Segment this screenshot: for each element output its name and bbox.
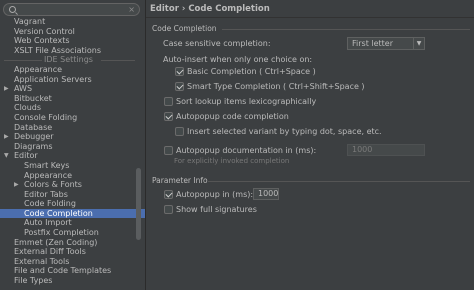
autopopup-code-completion-checkbox[interactable] <box>164 112 173 121</box>
sidebar-item-label: Vagrant <box>14 17 46 26</box>
sidebar-item-label: File Types <box>14 276 53 286</box>
sidebar-item-appearance[interactable]: Appearance <box>0 65 145 75</box>
settings-content: Editor › Code Completion Code Completion… <box>146 0 474 290</box>
sidebar-item-label: Emmet (Zen Coding) <box>14 237 98 247</box>
basic-completion-checkbox[interactable] <box>175 67 184 76</box>
sidebar-item-label: Version Control <box>14 26 75 36</box>
autoinsert-label: Auto-insert when only one choice on: <box>163 55 313 64</box>
sidebar-item-label: AWS <box>14 84 33 94</box>
section-divider <box>222 29 470 30</box>
sidebar-item-label: Database <box>14 122 53 132</box>
search-input[interactable]: × <box>3 3 140 16</box>
sidebar-item-debugger[interactable]: ▶ Debugger <box>0 132 145 142</box>
sidebar-item-label: Editor <box>14 151 38 161</box>
parameter-autopopup-checkbox[interactable] <box>164 190 173 199</box>
sidebar-item-label: Auto Import <box>24 218 72 228</box>
sidebar-item-smart-keys[interactable]: Smart Keys <box>0 161 145 171</box>
page-title: Editor › Code Completion <box>146 0 474 18</box>
autopopup-documentation-label[interactable]: Autopopup documentation in (ms): <box>176 146 316 155</box>
smart-type-completion-checkbox[interactable] <box>175 82 184 91</box>
sidebar-item-console-folding[interactable]: Console Folding <box>0 113 145 123</box>
autopopup-code-completion-label[interactable]: Autopopup code completion <box>176 112 289 121</box>
basic-completion-label[interactable]: Basic Completion ( Ctrl+Space ) <box>187 67 316 76</box>
sidebar-item-emmet-zen-coding[interactable]: Emmet (Zen Coding) <box>0 238 145 248</box>
sidebar-item-label: Bitbucket <box>14 93 52 103</box>
sidebar-item-colors-fonts[interactable]: ▶ Colors & Fonts <box>0 180 145 190</box>
sidebar-item-web-contexts[interactable]: Web Contexts <box>0 36 145 46</box>
sidebar-item-label: Colors & Fonts <box>24 180 82 190</box>
clear-icon[interactable]: × <box>128 5 135 15</box>
sidebar-item-label: Debugger <box>14 132 54 142</box>
sidebar-item-label: Clouds <box>14 103 42 113</box>
explicit-completion-hint: For explicitly invoked completion <box>174 157 290 165</box>
chevron-right-icon[interactable]: ▶ <box>14 180 19 190</box>
tree-scrollbar[interactable] <box>136 168 141 240</box>
sidebar-item-external-diff-tools[interactable]: External Diff Tools <box>0 247 145 257</box>
sidebar-item-label: Code Completion <box>24 208 93 218</box>
sidebar-item-aws[interactable]: ▶ AWS <box>0 84 145 94</box>
tree-group-header: IDE Settings <box>0 55 145 65</box>
sidebar-item-label: Application Servers <box>14 74 92 84</box>
search-icon <box>9 6 16 13</box>
sidebar-item-label: File and Code Templates <box>14 266 112 276</box>
sort-lexicographically-checkbox[interactable] <box>164 97 173 106</box>
sidebar-item-diagrams[interactable]: Diagrams <box>0 142 145 152</box>
sidebar-item-database[interactable]: Database <box>0 123 145 133</box>
sidebar-item-label: Web Contexts <box>14 36 70 46</box>
sidebar-item-postfix-completion[interactable]: Postfix Completion <box>0 228 145 238</box>
sidebar-item-version-control[interactable]: Version Control <box>0 27 145 37</box>
autopopup-documentation-checkbox[interactable] <box>164 146 173 155</box>
sidebar-item-code-completion[interactable]: Code Completion <box>0 208 145 219</box>
sidebar-item-xslt-file-associations[interactable]: XSLT File Associations <box>0 46 145 56</box>
sidebar-item-appearance[interactable]: Appearance <box>0 171 145 181</box>
sidebar-item-label: Appearance <box>14 64 63 74</box>
section-title-code-completion: Code Completion <box>152 24 217 33</box>
chevron-right-icon[interactable]: ▶ <box>4 84 9 94</box>
case-sensitive-value: First letter <box>352 39 394 48</box>
insert-selected-variant-label[interactable]: Insert selected variant by typing dot, s… <box>187 127 382 136</box>
parameter-autopopup-label[interactable]: Autopopup in (ms): <box>176 190 253 199</box>
sidebar-item-label: Console Folding <box>14 112 78 122</box>
sidebar-item-label: External Tools <box>14 256 70 266</box>
smart-type-completion-label[interactable]: Smart Type Completion ( Ctrl+Shift+Space… <box>187 82 365 91</box>
chevron-right-icon[interactable]: ▶ <box>4 132 9 142</box>
chevron-down-icon: ▼ <box>413 38 424 49</box>
sidebar-item-label: Postfix Completion <box>24 228 99 238</box>
sidebar-item-external-tools[interactable]: External Tools <box>0 257 145 267</box>
sidebar-item-label: Diagrams <box>14 141 53 151</box>
sidebar-item-label: IDE Settings <box>44 55 93 65</box>
sidebar-item-auto-import[interactable]: Auto Import <box>0 218 145 228</box>
settings-tree: Vagrant Version Control Web Contexts XSLT F… <box>0 17 145 286</box>
settings-tree-panel: × Vagrant Version Control Web Contexts XSLT… <box>0 0 145 290</box>
sort-lexicographically-label[interactable]: Sort lookup items lexicographically <box>176 97 316 106</box>
sidebar-item-label: Smart Keys <box>24 160 70 170</box>
section-title-parameter-info: Parameter Info <box>152 176 208 185</box>
sidebar-item-label: Appearance <box>24 170 73 180</box>
sidebar-item-application-servers[interactable]: Application Servers <box>0 75 145 85</box>
case-sensitive-label: Case sensitive completion: <box>163 39 271 48</box>
sidebar-item-label: External Diff Tools <box>14 247 86 257</box>
sidebar-item-code-folding[interactable]: Code Folding <box>0 199 145 209</box>
sidebar-item-editor[interactable]: ▼ Editor <box>0 151 145 161</box>
parameter-autopopup-field[interactable]: 1000 <box>253 188 279 200</box>
chevron-down-icon[interactable]: ▼ <box>4 151 9 161</box>
sidebar-item-file-and-code-templates[interactable]: File and Code Templates <box>0 266 145 276</box>
sidebar-item-label: Editor Tabs <box>24 189 68 199</box>
sidebar-item-clouds[interactable]: Clouds <box>0 103 145 113</box>
settings-dialog: × Vagrant Version Control Web Contexts XSLT… <box>0 0 474 290</box>
sidebar-item-vagrant[interactable]: Vagrant <box>0 17 145 27</box>
sidebar-item-label: XSLT File Associations <box>14 45 101 55</box>
autopopup-documentation-field[interactable]: 1000 <box>347 144 425 156</box>
case-sensitive-select[interactable]: First letter ▼ <box>347 37 425 50</box>
sidebar-item-file-types[interactable]: File Types <box>0 276 145 286</box>
sidebar-item-bitbucket[interactable]: Bitbucket <box>0 94 145 104</box>
show-full-signatures-checkbox[interactable] <box>164 205 173 214</box>
show-full-signatures-label[interactable]: Show full signatures <box>176 205 257 214</box>
sidebar-item-editor-tabs[interactable]: Editor Tabs <box>0 190 145 200</box>
section-divider <box>208 181 470 182</box>
insert-selected-variant-checkbox[interactable] <box>175 127 184 136</box>
sidebar-item-label: Code Folding <box>24 199 76 209</box>
